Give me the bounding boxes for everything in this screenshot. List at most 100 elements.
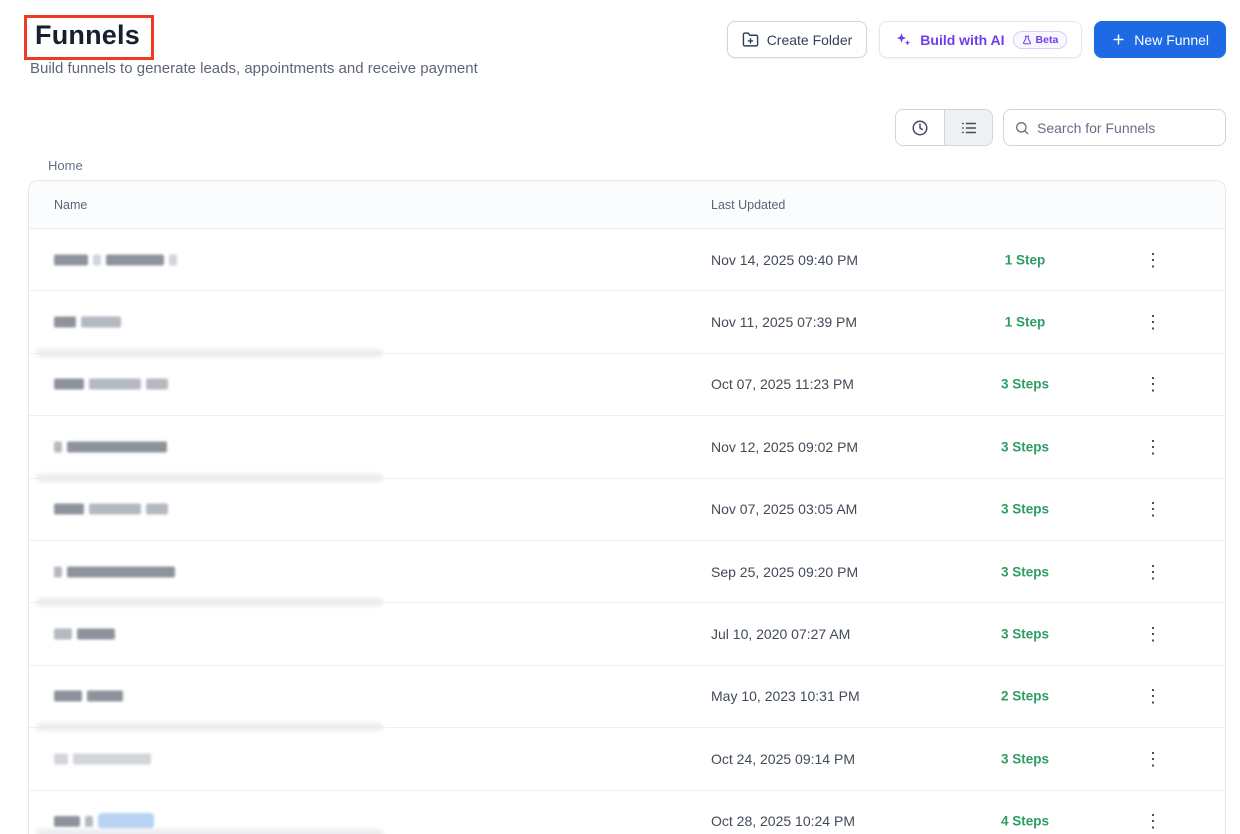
row-menu-button[interactable]: ⋮ [1139,438,1167,456]
redacted-text [85,815,93,827]
redacted-text [146,503,168,515]
search-icon [1016,121,1029,134]
recents-view-button[interactable] [896,110,944,145]
row-menu-button[interactable]: ⋮ [1139,251,1167,269]
steps-count: 3 Steps [1000,626,1050,642]
last-updated-value: Nov 12, 2025 09:02 PM [711,438,859,455]
funnel-row[interactable]: Oct 24, 2025 09:14 PM 3 Steps ⋮ [29,728,1225,791]
redaction-smudge [36,723,383,732]
row-menu-button[interactable]: ⋮ [1139,750,1167,768]
redacted-text [54,753,68,765]
create-folder-label: Create Folder [766,31,853,48]
page-title: Funnels [35,20,140,50]
create-folder-button[interactable]: Create Folder [726,21,868,58]
view-toggle [895,109,993,146]
redacted-text [54,628,72,640]
redacted-funnel-name [54,690,123,702]
last-updated-value: Sep 25, 2025 09:20 PM [711,563,859,580]
redacted-funnel-name [54,316,121,328]
new-funnel-label: New Funnel [1134,31,1209,48]
redacted-text [54,441,62,453]
row-menu-button[interactable]: ⋮ [1139,500,1167,518]
steps-count: 3 Steps [1000,439,1050,455]
clock-icon [912,120,928,135]
row-menu-button[interactable]: ⋮ [1139,375,1167,393]
column-header-name: Name [54,198,88,212]
redacted-text [54,503,84,515]
redaction-smudge [36,473,383,482]
funnel-row[interactable]: Sep 25, 2025 09:20 PM 3 Steps ⋮ [29,540,1225,607]
search-input[interactable] [1037,119,1215,136]
redacted-text [54,316,76,328]
funnel-row[interactable]: Nov 11, 2025 07:39 PM 1 Step ⋮ [29,291,1225,357]
funnel-row[interactable]: Oct 07, 2025 11:23 PM 3 Steps ⋮ [29,353,1225,417]
redacted-text [54,254,88,266]
row-menu-button[interactable]: ⋮ [1139,812,1167,830]
redacted-text [81,316,121,328]
list-view-button[interactable] [944,110,992,145]
beta-label: Beta [1035,33,1059,46]
funnel-row[interactable]: Nov 12, 2025 09:02 PM 3 Steps ⋮ [29,416,1225,482]
row-menu-button[interactable]: ⋮ [1139,625,1167,643]
redacted-text [73,753,151,765]
column-header-last-updated: Last Updated [711,198,786,212]
funnel-row[interactable]: May 10, 2023 10:31 PM 2 Steps ⋮ [29,665,1225,732]
redacted-text [146,378,168,390]
last-updated-value: Oct 24, 2025 09:14 PM [711,750,855,767]
redacted-text [54,690,82,702]
steps-count: 1 Step [1004,314,1046,330]
list-controls [895,109,1226,146]
redaction-smudge [36,828,383,834]
funnel-row[interactable]: Nov 14, 2025 09:40 PM 1 Step ⋮ [29,229,1225,292]
funnel-table-body: Nov 14, 2025 09:40 PM 1 Step ⋮ Nov 11, 2… [29,229,1225,834]
redaction-smudge [36,598,383,607]
steps-count: 3 Steps [1000,564,1050,580]
redacted-text [98,813,154,830]
funnel-row[interactable]: Nov 07, 2025 03:05 AM 3 Steps ⋮ [29,478,1225,541]
redacted-funnel-name [54,566,175,578]
redacted-funnel-name [54,813,154,830]
steps-count: 4 Steps [1000,813,1050,829]
sparkles-icon [897,32,911,46]
funnel-row[interactable]: Oct 28, 2025 10:24 PM 4 Steps ⋮ [29,790,1225,834]
redacted-text [67,441,167,453]
redacted-text [54,378,84,390]
funnel-search [1003,109,1226,146]
last-updated-value: Oct 28, 2025 10:24 PM [711,813,855,830]
last-updated-value: Jul 10, 2020 07:27 AM [711,626,851,643]
build-with-ai-button[interactable]: Build with AI Beta [879,21,1083,58]
funnels-table: Name Last Updated Nov 14, 2025 09:40 PM … [28,180,1226,834]
list-icon [961,122,976,133]
last-updated-value: Nov 07, 2025 03:05 AM [711,501,858,518]
redacted-text [77,628,115,640]
redacted-funnel-name [54,753,151,765]
steps-count: 3 Steps [1000,751,1050,767]
steps-count: 1 Step [1004,252,1046,268]
header-actions: Create Folder Build with AI Beta New Fun… [726,21,1226,58]
row-menu-button[interactable]: ⋮ [1139,563,1167,581]
redacted-funnel-name [54,628,115,640]
redacted-funnel-name [54,441,167,453]
flask-icon [1022,35,1031,44]
plus-icon [1113,34,1124,45]
redacted-text [169,254,177,266]
new-funnel-button[interactable]: New Funnel [1094,21,1226,58]
steps-count: 2 Steps [1000,688,1050,704]
breadcrumb-home[interactable]: Home [48,158,83,173]
row-menu-button[interactable]: ⋮ [1139,313,1167,331]
page-subtitle: Build funnels to generate leads, appoint… [30,60,478,77]
redacted-text [54,566,62,578]
redacted-text [89,503,141,515]
last-updated-value: Nov 11, 2025 07:39 PM [711,314,858,331]
table-header: Name Last Updated [29,181,1225,229]
folder-plus-icon [742,32,758,47]
last-updated-value: May 10, 2023 10:31 PM [711,688,860,705]
annotation-box: Funnels [24,15,154,60]
row-menu-button[interactable]: ⋮ [1139,687,1167,705]
redacted-text [54,815,80,827]
redacted-text [89,378,141,390]
funnels-page: Funnels Build funnels to generate leads,… [0,0,1240,834]
last-updated-value: Oct 07, 2025 11:23 PM [711,376,854,393]
funnel-row[interactable]: Jul 10, 2020 07:27 AM 3 Steps ⋮ [29,603,1225,666]
redacted-text [106,254,164,266]
